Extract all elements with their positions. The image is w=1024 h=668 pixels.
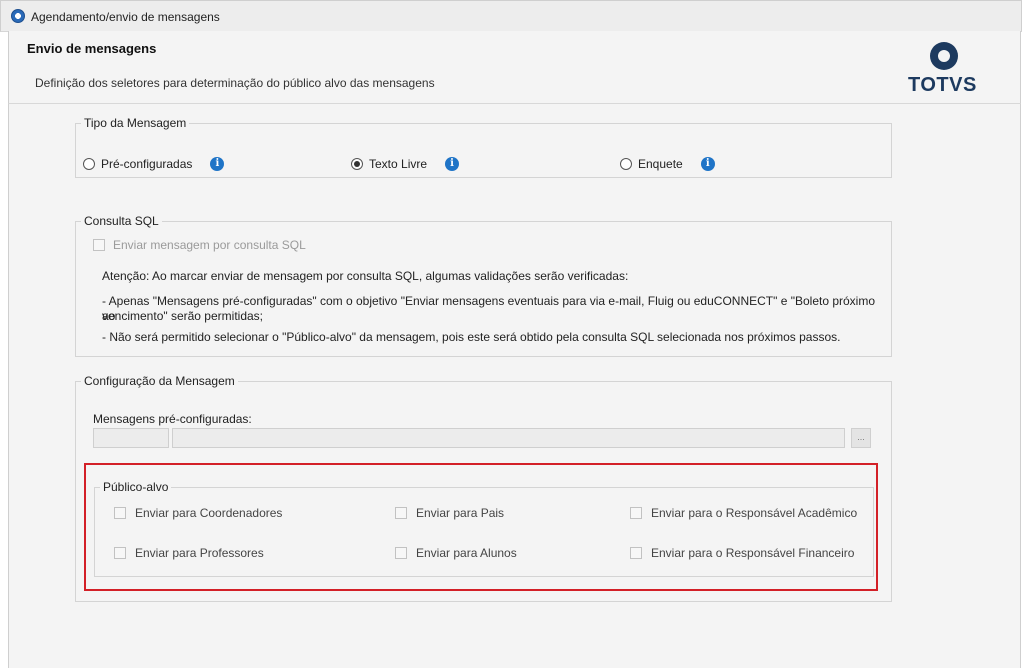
mensagem-description-field[interactable] [172,428,845,448]
app-icon [11,9,25,23]
radio-pre-configuradas-label: Pré-configuradas [101,157,193,171]
consulta-sql-group: Consulta SQL Enviar mensagem por consult… [75,214,892,357]
consulta-sql-legend: Consulta SQL [84,214,159,228]
info-icon[interactable]: i [445,157,460,171]
radio-texto-livre-circle[interactable] [351,158,363,170]
radio-pre-configuradas-circle[interactable] [83,158,95,170]
window-titlebar: Agendamento/envio de mensagens [0,0,1022,32]
page-subtitle: Definição dos seletores para determinaçã… [35,76,435,90]
window-title: Agendamento/envio de mensagens [31,10,220,24]
totvs-logo-ring-icon [930,42,958,70]
radio-enquete-circle[interactable] [620,158,632,170]
totvs-logo-text: TOTVS [908,74,977,96]
consulta-sql-checkbox[interactable]: Enviar mensagem por consulta SQL [93,238,306,252]
info-icon[interactable]: i [210,157,225,171]
config-mensagem-legend: Configuração da Mensagem [84,374,235,388]
publico-alvo-highlight-frame [84,463,878,591]
mensagens-preconfiguradas-label: Mensagens pré-configuradas: [93,412,252,426]
radio-texto-livre[interactable]: Texto Livre i [351,157,460,171]
wizard-header: Envio de mensagens Definição dos seletor… [8,31,1021,103]
totvs-logo: TOTVS [908,42,986,102]
tipo-mensagem-group: Tipo da Mensagem Pré-configuradas i Text… [75,116,892,178]
sql-attention-text: Atenção: Ao marcar enviar de mensagem po… [102,269,629,283]
tipo-mensagem-legend: Tipo da Mensagem [84,116,187,130]
page-title: Envio de mensagens [27,41,157,56]
mensagem-code-field[interactable] [93,428,169,448]
sql-rule-2: - Não será permitido selecionar o "Públi… [102,330,841,344]
lookup-button[interactable]: ... [851,428,871,448]
radio-enquete[interactable]: Enquete i [620,157,715,171]
consulta-sql-checkbox-box[interactable] [93,239,105,251]
consulta-sql-checkbox-label: Enviar mensagem por consulta SQL [113,238,306,252]
info-icon[interactable]: i [700,157,715,171]
radio-enquete-label: Enquete [638,157,683,171]
radio-texto-livre-label: Texto Livre [369,157,428,171]
radio-pre-configuradas[interactable]: Pré-configuradas i [83,157,225,171]
wizard-content: Tipo da Mensagem Pré-configuradas i Text… [8,103,1021,668]
sql-rule-1-line-2: vencimento" serão permitidas; [102,309,263,323]
